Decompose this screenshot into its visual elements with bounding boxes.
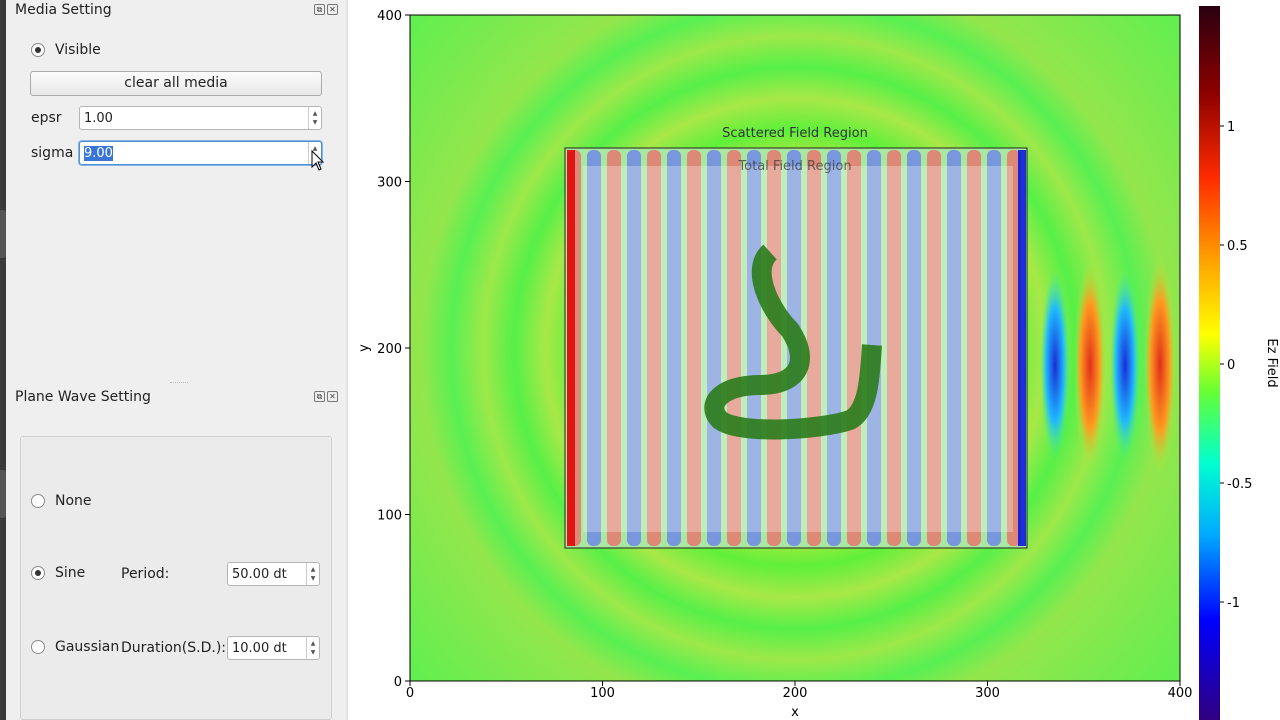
y-tick-label: 200 [377,342,402,357]
x-tick-label: 100 [590,686,615,701]
region-edge-band [567,150,575,546]
y-axis-ticks: 400 300 200 100 0 [377,9,410,690]
x-axis-ticks: 0 100 200 300 400 [406,681,1193,701]
colorbar-tick-label: 0.5 [1227,239,1248,254]
x-tick-label: 200 [783,686,808,701]
x-axis-label: x [791,705,799,720]
x-tick-label: 0 [406,686,414,701]
scattered-region-label: Scattered Field Region [722,126,868,141]
colorbar-ticks: 1 0.5 0 -0.5 -1 [1220,120,1252,611]
y-tick-label: 400 [377,9,402,24]
y-tick-label: 0 [394,675,402,690]
y-tick-label: 100 [377,509,402,524]
colorbar-label: Ez Field [1264,338,1279,387]
x-tick-label: 300 [975,686,1000,701]
colorbar [1199,6,1220,720]
colorbar-tick-label: -1 [1227,596,1240,611]
y-tick-label: 300 [377,176,402,191]
y-axis-label: y [357,344,372,352]
colorbar-tick-label: 0 [1227,358,1235,373]
region-edge-band [1018,150,1026,546]
colorbar-tick-label: -0.5 [1227,477,1252,492]
total-region-label: Total Field Region [737,159,851,174]
colorbar-tick-label: 1 [1227,120,1235,135]
ez-field-plot[interactable]: Scattered Field Region Total Field Regio… [0,0,1280,720]
x-tick-label: 400 [1168,686,1193,701]
